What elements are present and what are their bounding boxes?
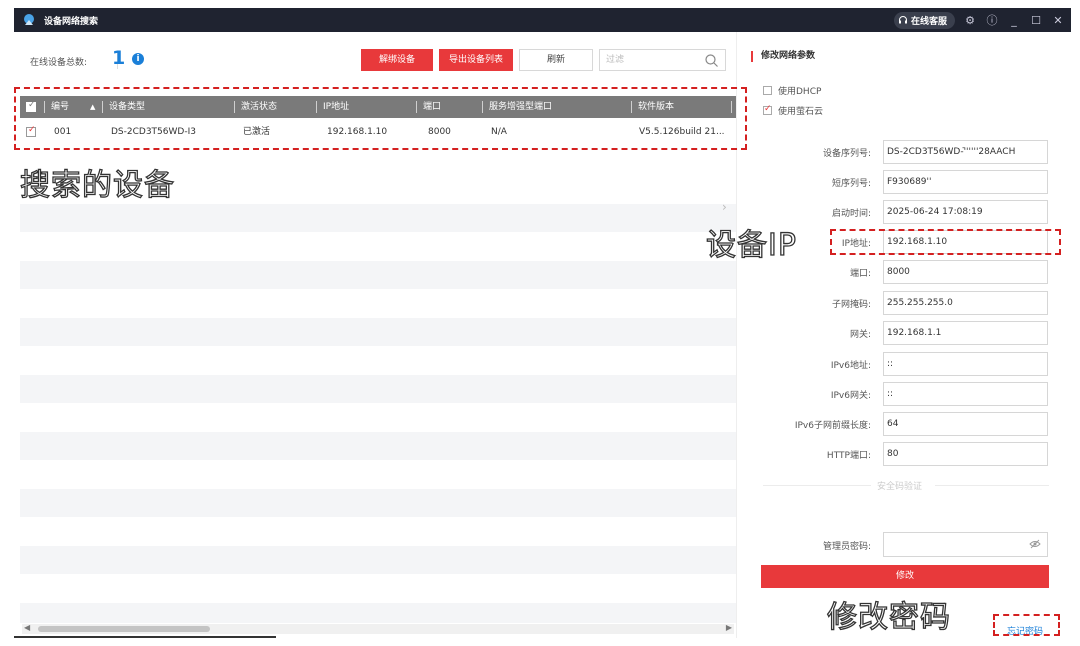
http-port-field[interactable]: 80 bbox=[883, 442, 1048, 466]
network-params-panel: 修改网络参数 使用DHCP ✓ 使用萤石云 设备序列号: DS-2CD3T56W… bbox=[736, 32, 1071, 638]
filter-field bbox=[599, 49, 726, 71]
bottom-edge-line bbox=[14, 636, 276, 638]
horizontal-scrollbar[interactable]: ◀ ▶ bbox=[22, 623, 734, 634]
port-label: 端口: bbox=[849, 269, 871, 279]
short-serial-label: 短序列号: bbox=[831, 179, 871, 189]
unbind-device-button[interactable]: 解绑设备 bbox=[361, 49, 433, 71]
search-icon[interactable] bbox=[704, 53, 719, 68]
window-title: 设备网络搜索 bbox=[44, 16, 99, 27]
use-ezviz-cloud-option[interactable]: ✓ 使用萤石云 bbox=[763, 104, 823, 117]
close-button[interactable]: ✕ bbox=[1051, 14, 1065, 27]
ipv6-gateway-label: IPv6网关: bbox=[830, 391, 871, 401]
refresh-button[interactable]: 刷新 bbox=[519, 49, 593, 71]
annotation-box-forgot-password bbox=[993, 614, 1060, 636]
collapse-panel-chevron-icon[interactable]: › bbox=[722, 200, 736, 222]
subnet-mask-label: 子网掩码: bbox=[831, 300, 871, 310]
annotation-change-password: 修改密码 bbox=[826, 599, 951, 635]
short-serial-field[interactable]: F930689'' bbox=[883, 170, 1048, 194]
http-port-label: HTTP端口: bbox=[826, 451, 871, 461]
online-device-count: 1 bbox=[112, 47, 126, 69]
ipv6-address-field[interactable]: :: bbox=[883, 352, 1048, 376]
ipv6-gateway-field[interactable]: :: bbox=[883, 382, 1048, 406]
scroll-right-arrow-icon[interactable]: ▶ bbox=[726, 623, 732, 632]
annotation-searched-devices: 搜索的设备 bbox=[19, 167, 175, 203]
empty-row bbox=[20, 204, 736, 232]
scroll-left-arrow-icon[interactable]: ◀ bbox=[24, 623, 30, 632]
settings-icon[interactable]: ⚙ bbox=[963, 14, 977, 27]
use-dhcp-option[interactable]: 使用DHCP bbox=[763, 84, 821, 97]
empty-row bbox=[20, 432, 736, 460]
maximize-button[interactable]: ☐ bbox=[1029, 14, 1043, 27]
gateway-label: 网关: bbox=[849, 330, 871, 340]
ezviz-cloud-checkbox[interactable]: ✓ bbox=[763, 104, 772, 115]
scrollbar-thumb[interactable] bbox=[38, 626, 210, 632]
annotation-box-device-list bbox=[14, 87, 747, 150]
export-device-list-button[interactable]: 导出设备列表 bbox=[439, 49, 513, 71]
ipv6-prefix-length-field[interactable]: 64 bbox=[883, 412, 1048, 436]
app-logo-icon bbox=[24, 14, 34, 25]
security-code-divider-label: 安全码验证 bbox=[877, 482, 923, 492]
serial-number-field[interactable]: DS-2CD3T56WD-'̄'''''28AACH bbox=[883, 140, 1048, 164]
title-bar: 设备网络搜索 在线客服 ⚙ ⓘ _ ☐ ✕ bbox=[14, 8, 1071, 32]
dhcp-checkbox[interactable] bbox=[763, 86, 772, 95]
modify-button[interactable]: 修改 bbox=[761, 565, 1049, 588]
annotation-device-ip: 设备IP bbox=[705, 227, 797, 263]
serial-number-label: 设备序列号: bbox=[822, 149, 871, 159]
empty-row bbox=[20, 546, 736, 574]
ipv6-prefix-length-label: IPv6子网前缀长度: bbox=[794, 421, 871, 431]
online-support-label: 在线客服 bbox=[910, 16, 947, 27]
divider bbox=[763, 485, 871, 486]
filter-input[interactable] bbox=[606, 54, 696, 66]
eye-icon[interactable] bbox=[1029, 539, 1041, 549]
online-support-button[interactable]: 在线客服 bbox=[893, 11, 955, 29]
info-circle-icon[interactable]: ⓘ bbox=[985, 12, 999, 28]
subnet-mask-field[interactable]: 255.255.255.0 bbox=[883, 291, 1048, 315]
admin-password-field[interactable] bbox=[883, 532, 1048, 557]
empty-row bbox=[20, 261, 736, 289]
gateway-field[interactable]: 192.168.1.1 bbox=[883, 321, 1048, 345]
headset-icon bbox=[898, 16, 907, 24]
ipv6-address-label: IPv6地址: bbox=[830, 361, 871, 371]
port-field[interactable]: 8000 bbox=[883, 260, 1048, 284]
ezviz-cloud-label: 使用萤石云 bbox=[778, 107, 824, 117]
minimize-button[interactable]: _ bbox=[1007, 14, 1021, 27]
admin-password-label: 管理员密码: bbox=[822, 542, 871, 552]
dhcp-label: 使用DHCP bbox=[778, 87, 822, 97]
empty-row bbox=[20, 375, 736, 403]
empty-row bbox=[20, 318, 736, 346]
boot-time-label: 启动时间: bbox=[831, 209, 871, 219]
annotation-box-ip-address bbox=[830, 229, 1061, 255]
online-device-total-label: 在线设备总数: bbox=[30, 58, 88, 68]
empty-row bbox=[20, 489, 736, 517]
boot-time-field[interactable]: 2025-06-24 17:08:19 bbox=[883, 200, 1048, 224]
empty-row bbox=[20, 603, 736, 623]
divider bbox=[935, 485, 1049, 486]
info-icon[interactable]: i bbox=[132, 53, 144, 65]
panel-title: 修改网络参数 bbox=[751, 51, 815, 62]
